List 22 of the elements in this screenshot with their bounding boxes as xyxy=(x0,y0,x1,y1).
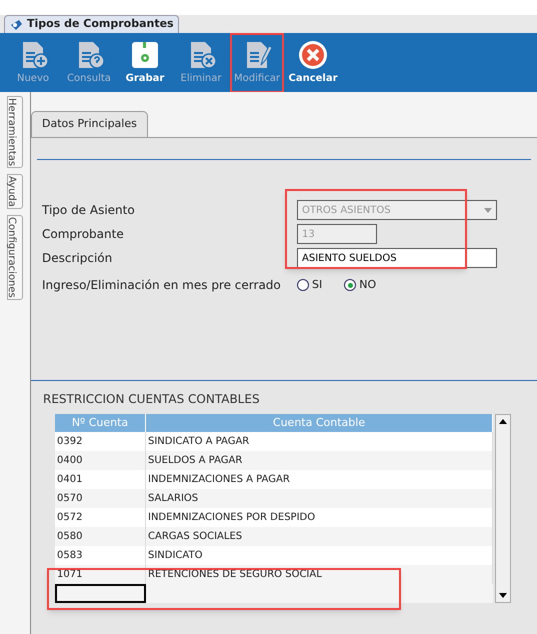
field-label: Comprobante xyxy=(42,226,125,243)
field-label: Descripción xyxy=(42,250,114,267)
tab[interactable]: Datos Principales xyxy=(31,111,148,137)
new-row-cell-field[interactable] xyxy=(55,584,146,603)
toolbar-button[interactable]: Grabar xyxy=(120,34,170,90)
document-tab[interactable]: Tipos de Comprobantes xyxy=(4,15,179,33)
table-cell: 1071 xyxy=(55,565,146,584)
descripcion-field[interactable]: ASIENTO SUELDOS xyxy=(297,248,497,268)
radio-option[interactable]: SI xyxy=(297,276,322,294)
side-tab[interactable]: Configuraciones xyxy=(7,215,23,300)
side-tab[interactable]: Herramientas xyxy=(7,96,23,168)
tab-logo-icon xyxy=(9,18,23,30)
section-title: RESTRICCION CUENTAS CONTABLES xyxy=(43,391,261,408)
side-tab[interactable]: Ayuda xyxy=(7,174,23,210)
toolbar-button[interactable]: Cancelar xyxy=(288,34,338,90)
field-label: Tipo de Asiento xyxy=(42,202,136,219)
cancel-icon xyxy=(297,38,329,70)
dropdown-caret-icon xyxy=(484,208,492,212)
radio-option[interactable]: NO xyxy=(344,276,376,294)
scrollbar[interactable] xyxy=(495,414,511,603)
tab-title: Tipos de Comprobantes xyxy=(27,16,174,32)
field-label: Ingreso/Eliminación en mes pre cerrado xyxy=(42,277,282,294)
